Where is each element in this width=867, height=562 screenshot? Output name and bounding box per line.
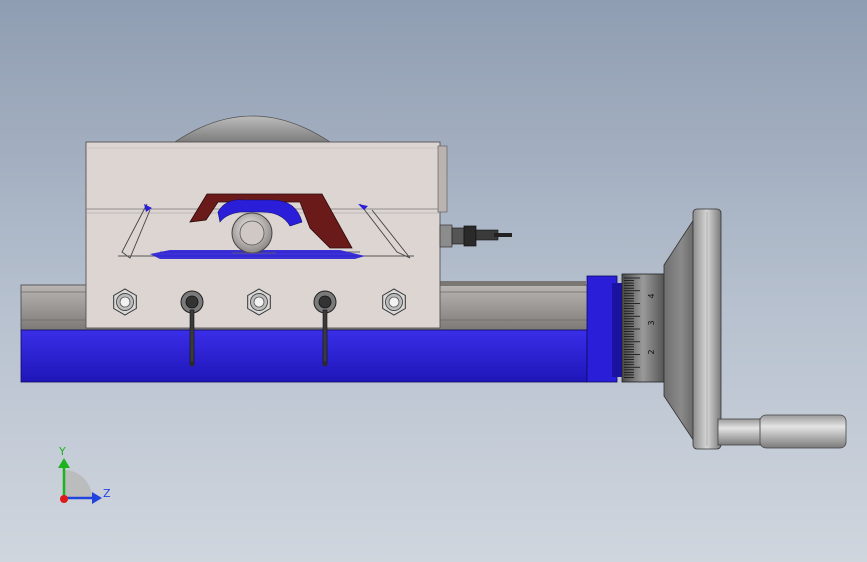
y-axis-label: Y	[58, 445, 66, 458]
blue-base	[20, 329, 588, 383]
graduated-dial: 4 3 2	[621, 273, 665, 383]
x-axis-dot	[60, 495, 68, 503]
cad-viewport[interactable]: 4 3 2 Y Z	[0, 0, 867, 562]
dome-top	[173, 115, 332, 143]
cad-model-view[interactable]: 4 3 2 Y Z	[0, 0, 867, 562]
crank-handle	[717, 414, 847, 449]
z-axis-label: Z	[103, 487, 111, 500]
triad-arc	[64, 470, 92, 498]
dial-number-4: 4	[647, 293, 656, 298]
y-axis-arrow	[58, 458, 70, 468]
z-axis-arrow	[92, 492, 102, 504]
end-housing-step	[612, 283, 622, 377]
dial-number-3: 3	[647, 320, 656, 325]
lock-screw	[439, 224, 512, 248]
dial-number-2: 2	[647, 349, 656, 354]
coordinate-triad: Y Z	[58, 445, 111, 504]
handwheel	[663, 208, 722, 450]
